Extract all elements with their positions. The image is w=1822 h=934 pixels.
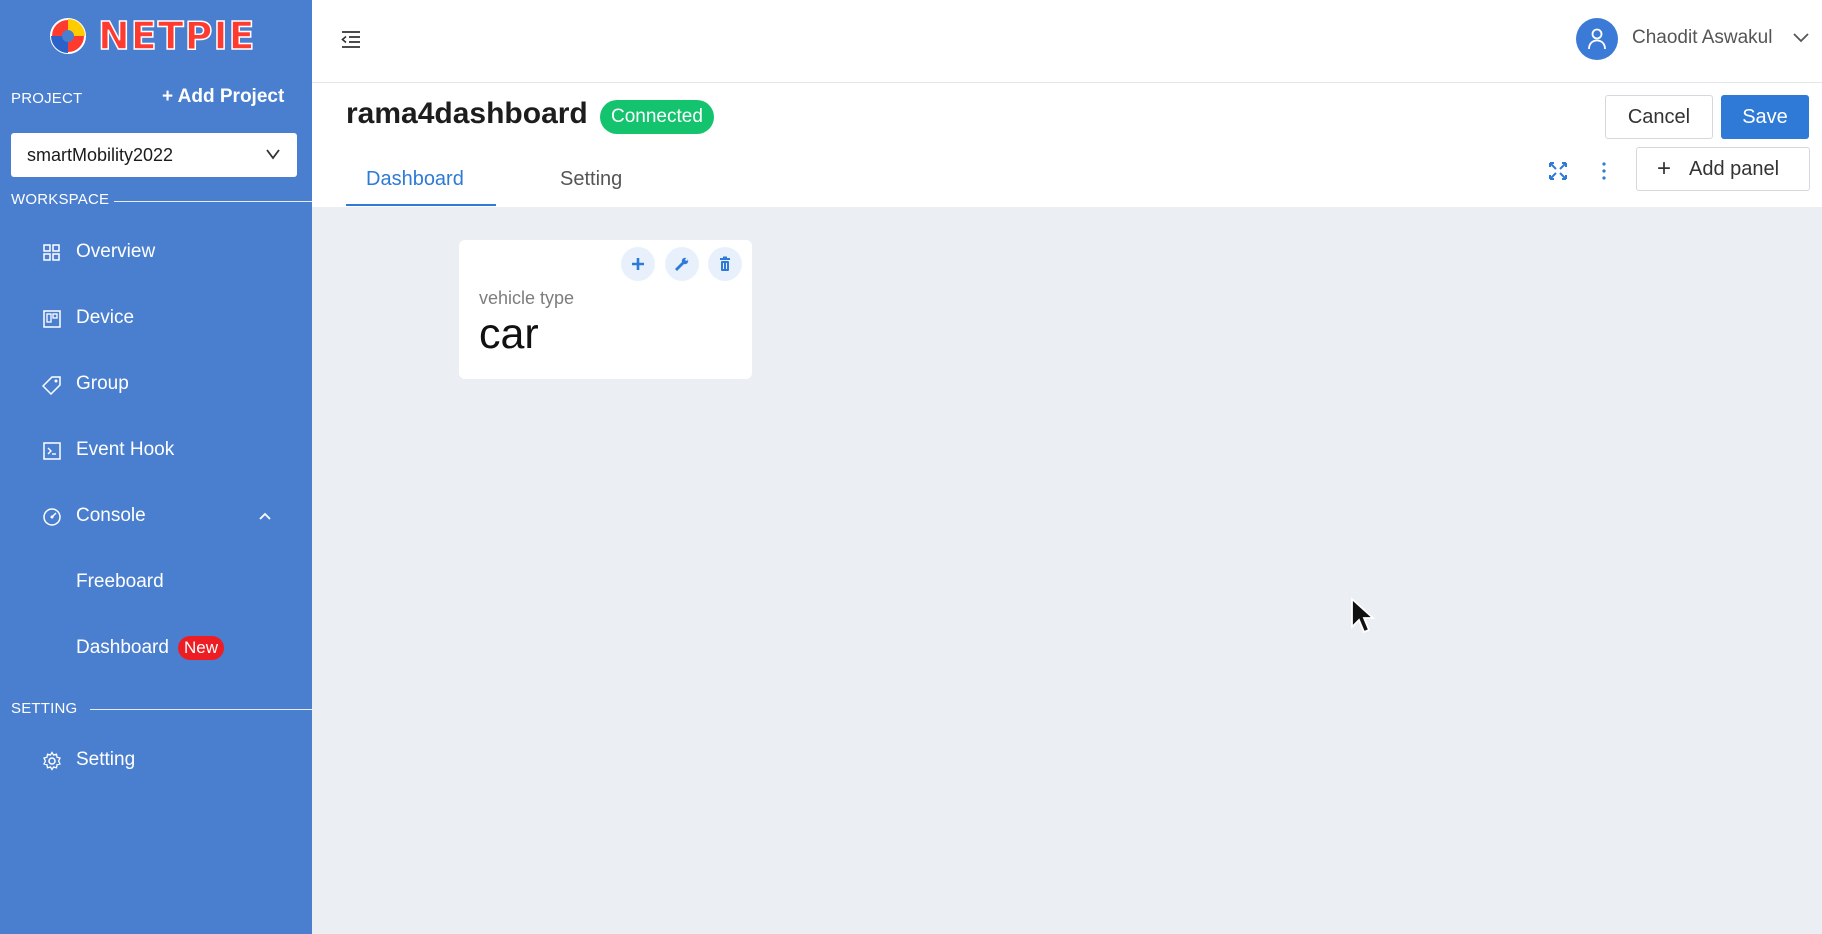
sidebar-item-label: Event Hook — [76, 439, 175, 460]
dashboard-header: rama4dashboard Connected Cancel Save Das… — [312, 83, 1822, 207]
more-vertical-icon[interactable] — [1600, 161, 1608, 181]
project-select[interactable]: smartMobility2022 — [11, 133, 297, 177]
dashboard-panel: vehicle type car — [459, 240, 752, 379]
workspace-divider — [114, 201, 312, 202]
sidebar-item-label: Device — [76, 307, 135, 328]
trash-icon — [720, 256, 730, 271]
tab-setting[interactable]: Setting — [542, 158, 662, 206]
sidebar-item-label: Freeboard — [76, 571, 164, 592]
status-badge: Connected — [600, 100, 714, 134]
chevron-down-icon — [266, 149, 280, 160]
device-icon — [43, 310, 61, 328]
panel-add-button[interactable] — [621, 247, 655, 281]
gear-icon — [43, 751, 61, 771]
sidebar-item-console[interactable]: Console — [0, 489, 312, 545]
user-name[interactable]: Chaodit Aswakul — [1632, 27, 1772, 49]
new-badge: New — [178, 636, 225, 660]
workspace-section-label: WORKSPACE — [11, 191, 110, 208]
sidebar-item-dashboard[interactable]: Dashboard New — [0, 621, 312, 677]
sidebar-item-label: Console — [76, 505, 146, 526]
setting-divider — [90, 709, 312, 710]
page-title: rama4dashboard — [346, 97, 588, 130]
sidebar-item-label: Setting — [76, 749, 136, 770]
logo-text: NETPIE — [97, 13, 256, 59]
add-project-button[interactable]: + Add Project — [162, 86, 284, 108]
mouse-cursor-icon — [1351, 597, 1376, 634]
user-icon — [1588, 28, 1606, 50]
tag-icon — [42, 376, 61, 395]
plus-icon: + — [1657, 155, 1672, 182]
sidebar-item-label: Overview — [76, 241, 156, 262]
add-panel-button[interactable]: + Add panel — [1636, 147, 1810, 191]
plus-icon — [632, 258, 644, 270]
gear-logo-icon — [50, 18, 86, 54]
avatar[interactable] — [1576, 18, 1618, 60]
project-section-label: PROJECT — [11, 90, 83, 107]
setting-section-label: SETTING — [11, 700, 78, 717]
terminal-icon — [43, 442, 61, 460]
topbar: Chaodit Aswakul — [312, 0, 1822, 83]
sidebar-item-freeboard[interactable]: Freeboard — [0, 555, 312, 611]
panel-edit-button[interactable] — [665, 247, 699, 281]
sidebar-item-overview[interactable]: Overview — [0, 225, 312, 281]
gauge-icon — [43, 508, 61, 526]
wrench-icon — [675, 257, 689, 271]
chevron-up-icon[interactable] — [258, 511, 272, 521]
sidebar-item-label: Dashboard — [76, 637, 169, 658]
menu-collapse-icon[interactable] — [340, 28, 362, 50]
tab-dashboard[interactable]: Dashboard — [346, 158, 496, 206]
cancel-button[interactable]: Cancel — [1605, 95, 1713, 139]
tab-label: Setting — [560, 168, 623, 190]
sidebar-item-setting[interactable]: Setting — [0, 733, 312, 789]
panel-label: vehicle type — [479, 288, 575, 308]
chevron-down-icon[interactable] — [1792, 32, 1810, 44]
panel-delete-button[interactable] — [708, 247, 742, 281]
sidebar: NETPIE PROJECT + Add Project smartMobili… — [0, 0, 312, 934]
tab-label: Dashboard — [366, 168, 464, 190]
fullscreen-icon[interactable] — [1548, 161, 1568, 181]
netpie-logo[interactable]: NETPIE — [46, 13, 266, 59]
project-select-value: smartMobility2022 — [27, 145, 174, 165]
panel-value: car — [479, 310, 539, 358]
grid-icon — [43, 244, 60, 261]
sidebar-item-event-hook[interactable]: Event Hook — [0, 423, 312, 479]
sidebar-item-group[interactable]: Group — [0, 357, 312, 413]
save-button[interactable]: Save — [1721, 95, 1809, 139]
sidebar-item-label: Group — [76, 373, 129, 394]
sidebar-item-device[interactable]: Device — [0, 291, 312, 347]
add-panel-label: Add panel — [1689, 158, 1780, 180]
